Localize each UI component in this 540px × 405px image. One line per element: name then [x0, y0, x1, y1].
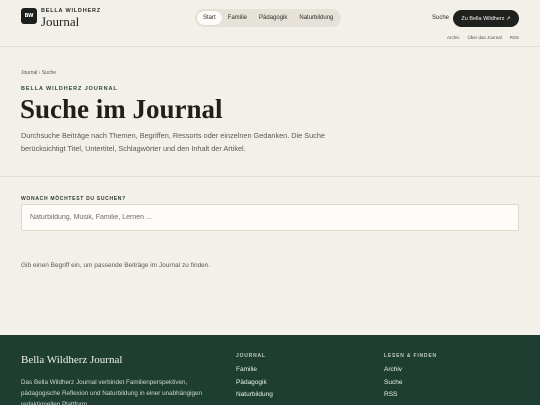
footer-link-archiv[interactable]: Archiv [384, 364, 437, 377]
sublink-about[interactable]: Über das Journal [467, 35, 501, 40]
footer-col-heading: LESEN & FINDEN [384, 353, 437, 359]
main-nav: Start Familie Pädagogik Naturbildung [195, 9, 342, 27]
sublink-rss[interactable]: RSS [510, 35, 519, 40]
footer-link-suche[interactable]: Suche [384, 377, 437, 390]
search-input[interactable] [21, 204, 519, 231]
cta-button[interactable]: Zu Bella Wildherz ↗ [453, 10, 519, 27]
footer-col-journal: JOURNAL Familie Pädagogik Naturbildung [236, 353, 273, 402]
header-search-link[interactable]: Suche [432, 15, 449, 21]
divider [0, 176, 540, 177]
footer-link-familie[interactable]: Familie [236, 364, 273, 377]
search-hint: Gib einen Begriff ein, um passende Beitr… [21, 262, 211, 269]
nav-start[interactable]: Start [197, 11, 222, 25]
sublink-archiv[interactable]: Archiv [447, 35, 460, 40]
site-header: BW BELLA WILDHERZ Journal Start Familie … [0, 0, 540, 47]
footer-col-lesen: LESEN & FINDEN Archiv Suche RSS [384, 353, 437, 402]
footer-link-naturbildung[interactable]: Naturbildung [236, 389, 273, 402]
logo-icon[interactable]: BW [21, 8, 37, 24]
search-field-label: WONACH MÖCHTEST DU SUCHEN? [21, 196, 126, 202]
nav-familie[interactable]: Familie [222, 11, 253, 25]
footer-link-rss[interactable]: RSS [384, 389, 437, 402]
nav-naturbildung[interactable]: Naturbildung [293, 11, 339, 25]
brand-name[interactable]: Journal [41, 14, 79, 30]
footer-description: Das Bella Wildherz Journal verbindet Fam… [21, 379, 202, 405]
eyebrow: BELLA WILDHERZ JOURNAL [21, 86, 118, 92]
breadcrumb[interactable]: Journal › Suche [21, 70, 56, 76]
footer-col-heading: JOURNAL [236, 353, 266, 359]
header-sublinks: Archiv Über das Journal RSS [447, 35, 519, 40]
page-title: Suche im Journal [20, 94, 223, 124]
site-footer: Bella Wildherz Journal Das Bella Wildher… [0, 335, 540, 405]
nav-paedagogik[interactable]: Pädagogik [253, 11, 293, 25]
footer-link-paedagogik[interactable]: Pädagogik [236, 377, 273, 390]
footer-title: Bella Wildherz Journal [21, 354, 123, 366]
intro-text: Durchsuche Beiträge nach Themen, Begriff… [21, 131, 325, 153]
